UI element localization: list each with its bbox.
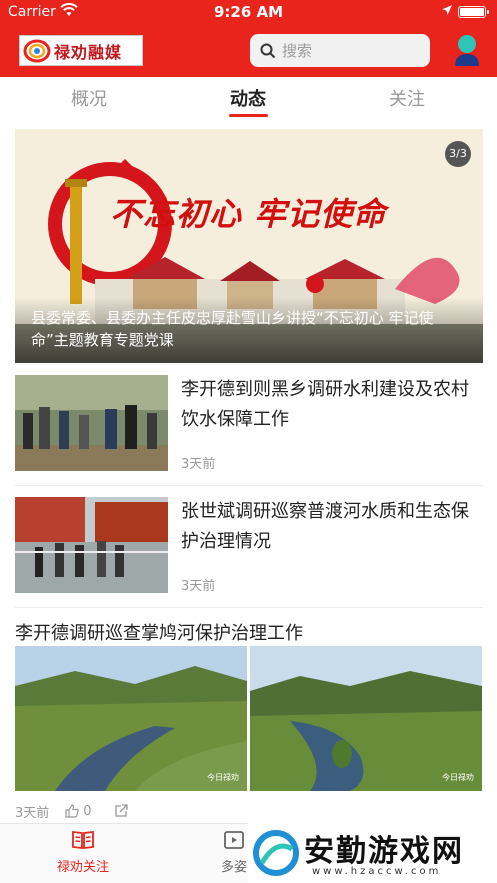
logo-text: 禄劝融媒 [54, 42, 123, 62]
featured-banner[interactable]: 3/3 不忘初心 牢记使命 县委常委、县委办主任皮忠厚赴雪山乡讲授“不忘初心 牢… [15, 129, 483, 363]
watermark-text: 安勤游戏网 [304, 834, 464, 869]
app-header: Carrier 9:26 AM 禄劝融媒 搜索 [0, 0, 497, 77]
tab-overview[interactable]: 概况 [39, 85, 139, 111]
news-meta-bar: 3天前 0 [15, 801, 483, 821]
app-logo: 禄劝融媒 [19, 35, 143, 66]
banner-page-indicator: 3/3 [445, 141, 471, 167]
bottom-tab-luquan-focus[interactable]: 禄劝关注 [33, 830, 133, 875]
watermark-logo-icon [253, 830, 299, 876]
tab-follow[interactable]: 关注 [357, 85, 457, 111]
news-thumbnail [15, 497, 168, 593]
thumbs-up-icon [65, 804, 80, 818]
tab-news[interactable]: 动态 [198, 85, 298, 111]
image-watermark: 今日禄劝 [207, 773, 239, 782]
share-icon[interactable] [114, 804, 128, 818]
search-placeholder: 搜索 [282, 42, 313, 60]
news-time: 3天前 [181, 457, 216, 472]
user-avatar-icon[interactable] [452, 33, 482, 67]
location-arrow-icon [442, 5, 452, 15]
bottom-tab-label: 禄劝关注 [56, 860, 109, 875]
news-item[interactable]: 张世斌调研巡察普渡河水质和生态保护治理情况 3天前 [15, 497, 483, 597]
search-icon [260, 43, 276, 58]
image-watermark: 今日禄劝 [442, 773, 474, 782]
banner-slogan: 不忘初心 牢记使命 [110, 195, 387, 233]
news-title: 李开德到则黑乡调研水利建设及农村饮水保障工作 [181, 379, 469, 430]
divider [15, 607, 483, 608]
news-image[interactable]: 今日禄劝 [15, 646, 247, 791]
news-image[interactable]: 今日禄劝 [250, 646, 482, 791]
news-time: 3天前 [181, 579, 216, 594]
watermark-url: www.hzaccw.com [312, 866, 442, 877]
video-icon [224, 831, 244, 849]
news-time: 3天前 [15, 805, 50, 821]
news-item[interactable]: 李开德到则黑乡调研水利建设及农村饮水保障工作 3天前 [15, 375, 483, 475]
banner-caption: 县委常委、县委办主任皮忠厚赴雪山乡讲授“不忘初心 牢记使命”主题教育专题党课 [15, 297, 483, 363]
divider [15, 485, 483, 486]
like-button[interactable]: 0 [65, 803, 92, 819]
like-count: 0 [83, 803, 92, 819]
active-tab-indicator [229, 114, 268, 117]
status-time: 9:26 AM [213, 3, 284, 21]
site-watermark: 安勤游戏网 www.hzaccw.com [248, 823, 497, 883]
search-input[interactable]: 搜索 [250, 34, 430, 67]
category-tabs: 概况 动态 关注 [0, 77, 497, 125]
news-thumbnail [15, 375, 168, 471]
logo-emblem-icon [23, 39, 51, 62]
news-title[interactable]: 李开德调研巡查掌鸠河保护治理工作 [15, 619, 303, 645]
news-title: 张世斌调研巡察普渡河水质和生态保护治理情况 [181, 501, 469, 552]
status-bar: Carrier 9:26 AM [0, 0, 497, 24]
battery-icon [458, 6, 489, 18]
book-icon [72, 830, 94, 850]
